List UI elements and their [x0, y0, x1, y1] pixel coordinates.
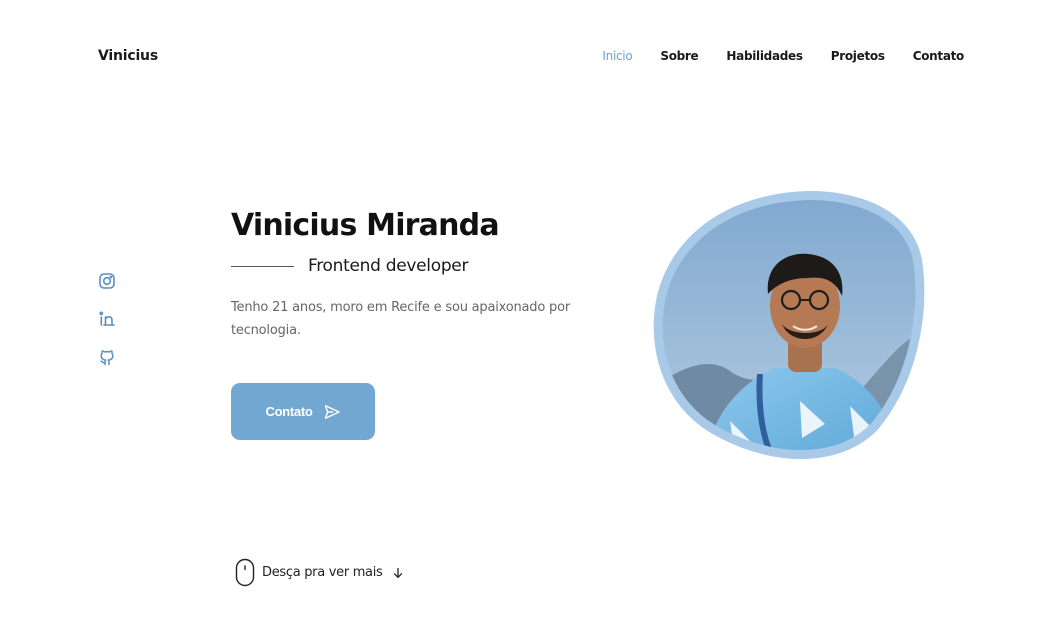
- send-icon: [324, 404, 340, 419]
- social-links: [98, 272, 116, 366]
- profile-photo: [650, 186, 930, 466]
- hero-subtitle: Frontend developer: [308, 256, 469, 276]
- nav-link-contato[interactable]: Contato: [913, 49, 965, 63]
- hero-description: Tenho 21 anos, moro em Recife e sou apai…: [231, 300, 571, 338]
- github-icon[interactable]: [98, 348, 116, 366]
- brand-logo[interactable]: Vinicius: [98, 48, 158, 64]
- page: Vinicius Inicio Sobre Habilidades Projet…: [0, 0, 1060, 643]
- nav-link-sobre[interactable]: Sobre: [660, 49, 698, 63]
- mouse-icon: [235, 558, 255, 587]
- arrow-down-icon: [393, 567, 402, 578]
- nav-link-projetos[interactable]: Projetos: [831, 49, 885, 63]
- subtitle-divider: [231, 265, 294, 267]
- nav-link-inicio[interactable]: Inicio: [602, 49, 632, 63]
- hero-title: Vinicius Miranda: [231, 208, 500, 243]
- contact-button[interactable]: Contato: [231, 383, 375, 440]
- hero-subtitle-row: Frontend developer: [231, 256, 468, 276]
- nav-link-habilidades[interactable]: Habilidades: [726, 49, 803, 63]
- scroll-hint-label: Desça pra ver mais: [262, 565, 383, 580]
- linkedin-icon[interactable]: [98, 310, 116, 328]
- scroll-down-hint[interactable]: Desça pra ver mais: [235, 558, 404, 587]
- contact-button-label: Contato: [265, 404, 313, 419]
- instagram-icon[interactable]: [98, 272, 116, 290]
- main-nav: Inicio Sobre Habilidades Projetos Contat…: [602, 49, 964, 63]
